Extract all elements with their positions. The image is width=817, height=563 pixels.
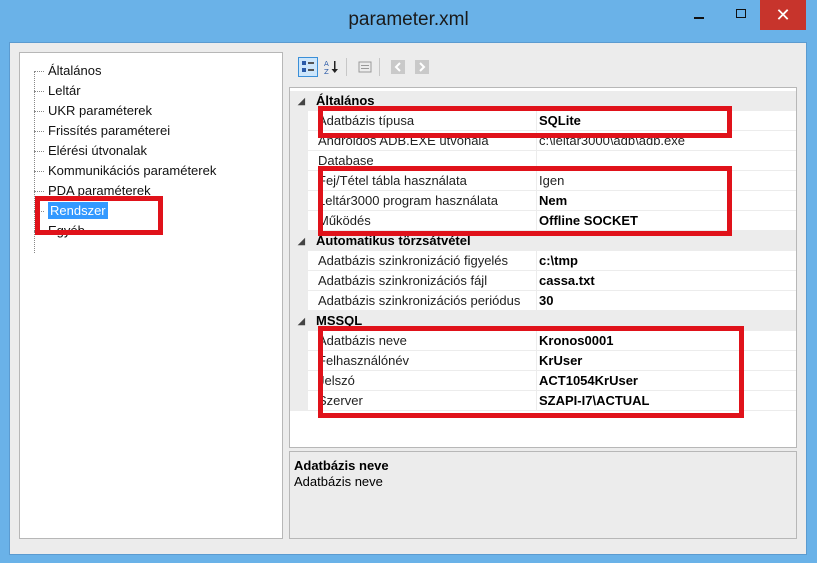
property-value[interactable]: KrUser: [539, 351, 794, 371]
property-name: Androidos ADB.EXE útvonala: [318, 133, 489, 148]
property-value[interactable]: SQLite: [539, 111, 794, 131]
property-row[interactable]: Leltár3000 program használata Nem: [290, 191, 796, 211]
description-panel: Adatbázis neve Adatbázis neve: [289, 451, 797, 539]
property-value[interactable]: ACT1054KrUser: [539, 371, 794, 391]
property-name: Jelszó: [318, 373, 355, 388]
property-name: Szerver: [318, 393, 363, 408]
tree-item-pda-parameterek[interactable]: PDA paraméterek: [34, 181, 151, 201]
tree-item-label: Egyéb: [48, 223, 85, 238]
forward-button[interactable]: [412, 57, 432, 77]
category-altalanos[interactable]: ◢ Általános: [290, 91, 796, 111]
property-value[interactable]: cassa.txt: [539, 271, 794, 291]
property-value[interactable]: Igen: [539, 171, 794, 191]
property-name: Database: [318, 153, 374, 168]
collapse-arrow-icon[interactable]: ◢: [298, 231, 305, 251]
tree-item-label: Általános: [48, 63, 102, 78]
property-row[interactable]: Adatbázis típusa SQLite: [290, 111, 796, 131]
tree-item-altalanos[interactable]: Általános: [34, 61, 101, 81]
property-grid: AZ ◢ Általános Adatbázis típusa SQLite And…: [289, 52, 797, 539]
property-name: Felhasználónév: [318, 353, 410, 368]
settings-tree: Általános Leltár UKR paraméterek Frissít…: [19, 52, 283, 539]
category-label: Automatikus törzsátvétel: [316, 233, 471, 248]
tree-item-label: Rendszer: [48, 202, 108, 219]
property-name: Adatbázis szinkronizáció figyelés: [318, 253, 509, 268]
tree-item-label: Frissítés paraméterei: [48, 123, 171, 138]
tree-item-eleresi-utvonalak[interactable]: Elérési útvonalak: [34, 141, 147, 161]
back-button[interactable]: [388, 57, 408, 77]
forward-arrow-icon: [415, 60, 429, 74]
back-arrow-icon: [391, 60, 405, 74]
property-name: Adatbázis neve: [318, 333, 407, 348]
property-row[interactable]: Androidos ADB.EXE útvonala c:\leltar3000\…: [290, 131, 796, 151]
property-row[interactable]: Fej/Tétel tábla használata Igen: [290, 171, 796, 191]
category-automatikus-torzsatvetel[interactable]: ◢ Automatikus törzsátvétel: [290, 231, 796, 251]
property-value[interactable]: SZAPI-I7\ACTUAL: [539, 391, 794, 411]
property-row[interactable]: Adatbázis neve Kronos0001: [290, 331, 796, 351]
svg-text:A: A: [324, 60, 329, 68]
property-row[interactable]: Database: [290, 151, 796, 171]
tree-item-kommunikacios-parameterek[interactable]: Kommunikációs paraméterek: [34, 161, 216, 181]
property-name: Adatbázis típusa: [318, 113, 415, 128]
tree-item-label: Leltár: [48, 83, 81, 98]
property-value[interactable]: 30: [539, 291, 794, 311]
property-row[interactable]: Felhasználónév KrUser: [290, 351, 796, 371]
property-name: Adatbázis szinkronizációs fájl: [318, 273, 488, 288]
collapse-arrow-icon[interactable]: ◢: [298, 91, 305, 111]
tree-item-ukr-parameterek[interactable]: UKR paraméterek: [34, 101, 152, 121]
app-window: parameter.xml ✕ Általános Leltár UKR par…: [0, 0, 817, 563]
description-text: Adatbázis neve: [294, 474, 383, 489]
tree-item-leltar[interactable]: Leltár: [34, 81, 81, 101]
minimize-button[interactable]: [682, 0, 716, 30]
property-value[interactable]: c:\leltar3000\adb\adb.exe: [539, 131, 794, 151]
tree-item-label: UKR paraméterek: [48, 103, 153, 118]
property-list: ◢ Általános Adatbázis típusa SQLite Androi…: [289, 87, 797, 448]
property-value[interactable]: Nem: [539, 191, 794, 211]
svg-text:Z: Z: [324, 68, 329, 75]
tree-item-label: Kommunikációs paraméterek: [48, 163, 217, 178]
property-toolbar: AZ: [289, 52, 797, 82]
property-row[interactable]: Jelszó ACT1054KrUser: [290, 371, 796, 391]
dialog-body: Általános Leltár UKR paraméterek Frissít…: [9, 42, 807, 555]
property-value[interactable]: [539, 151, 794, 171]
minimize-icon: [694, 17, 704, 19]
description-title: Adatbázis neve: [294, 458, 389, 473]
close-icon: ✕: [775, 4, 791, 25]
property-row[interactable]: Adatbázis szinkronizációs periódus 30: [290, 291, 796, 311]
category-label: MSSQL: [316, 313, 363, 328]
category-label: Általános: [316, 93, 375, 108]
maximize-icon: [736, 8, 746, 18]
tree-item-frissites-parameterei[interactable]: Frissítés paraméterei: [34, 121, 170, 141]
category-mssql[interactable]: ◢ MSSQL: [290, 311, 796, 331]
property-name: Működés: [318, 213, 371, 228]
collapse-arrow-icon[interactable]: ◢: [298, 311, 305, 331]
categorized-button[interactable]: [298, 57, 318, 77]
tree-item-label: PDA paraméterek: [48, 183, 151, 198]
maximize-button[interactable]: [724, 0, 758, 30]
property-value[interactable]: c:\tmp: [539, 251, 794, 271]
alphabetical-button[interactable]: AZ: [322, 57, 342, 77]
property-row[interactable]: Adatbázis szinkronizáció figyelés c:\tmp: [290, 251, 796, 271]
tree-item-egyeb[interactable]: Egyéb: [34, 221, 85, 241]
tree-item-rendszer[interactable]: Rendszer: [34, 201, 108, 221]
title-bar[interactable]: parameter.xml ✕: [0, 0, 817, 42]
property-value[interactable]: Offline SOCKET: [539, 211, 794, 231]
property-pages-icon: [358, 61, 372, 73]
close-button[interactable]: ✕: [760, 0, 806, 30]
toolbar-separator: [346, 58, 347, 76]
property-name: Leltár3000 program használata: [318, 193, 498, 208]
categorized-icon: [302, 61, 314, 72]
property-value[interactable]: Kronos0001: [539, 331, 794, 351]
property-name: Adatbázis szinkronizációs periódus: [318, 293, 521, 308]
property-pages-button[interactable]: [355, 57, 375, 77]
alphabetical-icon: AZ: [324, 60, 338, 75]
property-row[interactable]: Adatbázis szinkronizációs fájl cassa.txt: [290, 271, 796, 291]
property-name: Fej/Tétel tábla használata: [318, 173, 467, 188]
property-row[interactable]: Szerver SZAPI-I7\ACTUAL: [290, 391, 796, 411]
property-row[interactable]: Működés Offline SOCKET: [290, 211, 796, 231]
tree-item-label: Elérési útvonalak: [48, 143, 147, 158]
toolbar-separator: [379, 58, 380, 76]
